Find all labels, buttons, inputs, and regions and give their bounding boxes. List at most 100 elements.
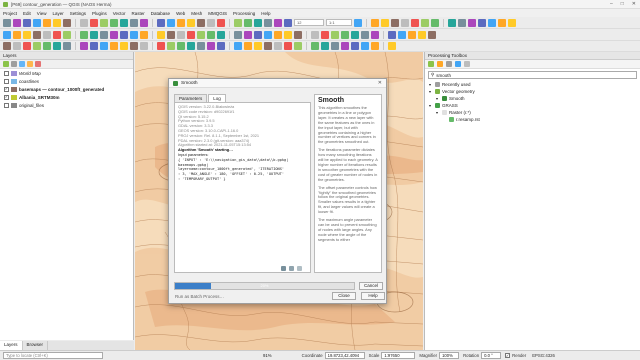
zoom-out-icon[interactable] — [130, 42, 138, 50]
layer-item[interactable]: ✓ Albania_SRTM30m — [0, 93, 133, 101]
save-log-icon[interactable] — [281, 266, 286, 271]
zoom-out-icon[interactable] — [428, 30, 436, 39]
layer-item[interactable]: original_files — [0, 101, 133, 109]
pan-icon[interactable] — [498, 18, 506, 27]
toolbox-tree-item[interactable]: ▾ Recently used — [425, 81, 640, 88]
attribute-table-icon[interactable] — [207, 30, 215, 39]
menu-item-mesh[interactable]: Mesh — [191, 11, 202, 16]
menu-item-database[interactable]: Database — [151, 11, 170, 16]
toolbox-tree-item[interactable]: ▾ GRASS — [425, 102, 640, 109]
zoom-out-icon[interactable] — [294, 30, 302, 39]
coordinate-field[interactable]: 19.8723,42.4094 — [324, 352, 365, 359]
chevron-down-icon[interactable]: ▾ — [429, 82, 433, 87]
filter-icon[interactable] — [27, 61, 33, 67]
refresh-icon[interactable] — [187, 42, 195, 50]
pan-icon[interactable] — [274, 30, 282, 39]
menu-item-processing[interactable]: Processing — [233, 11, 255, 16]
measure-icon[interactable] — [331, 30, 339, 39]
select-icon[interactable] — [284, 42, 292, 50]
attribute-table-icon[interactable] — [80, 30, 88, 39]
menu-item-plugins[interactable]: Plugins — [92, 11, 107, 16]
layer-visibility-checkbox[interactable] — [4, 70, 9, 76]
identify-icon[interactable] — [311, 30, 319, 39]
open-icon[interactable] — [244, 30, 252, 39]
style-icon[interactable] — [3, 61, 9, 67]
new-project-icon[interactable] — [63, 42, 71, 50]
save-icon[interactable] — [157, 18, 165, 27]
layer-visibility-checkbox[interactable] — [4, 78, 9, 84]
save-icon[interactable] — [284, 18, 292, 27]
save-icon[interactable] — [120, 30, 128, 39]
tab-browser[interactable]: Browser — [23, 341, 49, 350]
menu-item-mmqgis[interactable]: MMQGIS — [208, 11, 227, 16]
open-icon[interactable] — [80, 42, 88, 50]
new-project-icon[interactable] — [3, 18, 11, 27]
copy-log-icon[interactable] — [289, 266, 294, 271]
zoom-out-icon[interactable] — [63, 18, 71, 27]
tab-log[interactable]: Log — [208, 94, 226, 102]
attribute-table-icon[interactable] — [110, 18, 118, 27]
open-icon[interactable] — [140, 18, 148, 27]
new-project-icon[interactable] — [197, 42, 205, 50]
pan-icon[interactable] — [13, 30, 21, 39]
pan-icon[interactable] — [371, 42, 379, 50]
select-icon[interactable] — [157, 42, 165, 50]
save-icon[interactable] — [351, 42, 359, 50]
chevron-down-icon[interactable]: ▾ — [429, 103, 433, 108]
layer-item[interactable]: World Map — [0, 69, 133, 77]
identify-icon[interactable] — [207, 18, 215, 27]
select-icon[interactable] — [90, 18, 98, 27]
remove-layer-icon[interactable] — [35, 61, 41, 67]
new-project-icon[interactable] — [100, 30, 108, 39]
identify-icon[interactable] — [177, 30, 185, 39]
select-icon[interactable] — [217, 18, 225, 27]
toolbox-tree-item[interactable]: ▾ Vector geometry — [425, 88, 640, 95]
menu-item-edit[interactable]: Edit — [23, 11, 31, 16]
menu-item-web[interactable]: Web — [176, 11, 185, 16]
identify-icon[interactable] — [43, 30, 51, 39]
pan-icon[interactable] — [371, 18, 379, 27]
refresh-icon[interactable] — [53, 42, 61, 50]
zoom-in-icon[interactable] — [23, 30, 31, 39]
open-icon[interactable] — [468, 18, 476, 27]
pan-icon[interactable] — [244, 42, 252, 50]
chevron-down-icon[interactable]: ▾ — [429, 89, 433, 94]
attribute-table-icon[interactable] — [43, 42, 51, 50]
zoom-out-icon[interactable] — [197, 18, 205, 27]
measure-icon[interactable] — [421, 18, 429, 27]
render-checkbox[interactable]: ✓ — [505, 353, 511, 358]
save-icon[interactable] — [217, 42, 225, 50]
maximize-icon[interactable]: □ — [621, 1, 624, 7]
tab-layers[interactable]: Layers — [0, 341, 23, 350]
toolbox-tree-item[interactable]: ▾ Smooth — [425, 95, 640, 102]
refresh-icon[interactable] — [90, 30, 98, 39]
open-icon[interactable] — [13, 18, 21, 27]
print-icon[interactable] — [130, 30, 138, 39]
pan-icon[interactable] — [43, 18, 51, 27]
save-icon[interactable] — [254, 30, 262, 39]
menu-item-settings[interactable]: Settings — [70, 11, 86, 16]
new-project-icon[interactable] — [130, 18, 138, 27]
measure-icon[interactable] — [197, 30, 205, 39]
layer-visibility-checkbox[interactable] — [4, 102, 9, 108]
new-project-icon[interactable] — [361, 30, 369, 39]
save-icon[interactable] — [478, 18, 486, 27]
identify-icon[interactable] — [140, 42, 148, 50]
menu-item-raster[interactable]: Raster — [132, 11, 145, 16]
print-icon[interactable] — [398, 30, 406, 39]
models-icon[interactable] — [428, 61, 434, 67]
open-icon[interactable] — [371, 30, 379, 39]
save-icon[interactable] — [388, 30, 396, 39]
tab-parameters[interactable]: Parameters — [174, 94, 208, 102]
zoom-in-icon[interactable] — [381, 18, 389, 27]
chevron-down-icon[interactable]: ▾ — [436, 110, 440, 115]
zoom-in-icon[interactable] — [120, 42, 128, 50]
print-icon[interactable] — [361, 42, 369, 50]
attribute-table-icon[interactable] — [244, 18, 252, 27]
open-icon[interactable] — [274, 18, 282, 27]
measure-icon[interactable] — [33, 42, 41, 50]
zoom-in-icon[interactable] — [284, 30, 292, 39]
scripts-icon[interactable] — [437, 61, 443, 67]
print-icon[interactable] — [354, 18, 362, 27]
close-icon[interactable]: ✕ — [632, 1, 636, 7]
